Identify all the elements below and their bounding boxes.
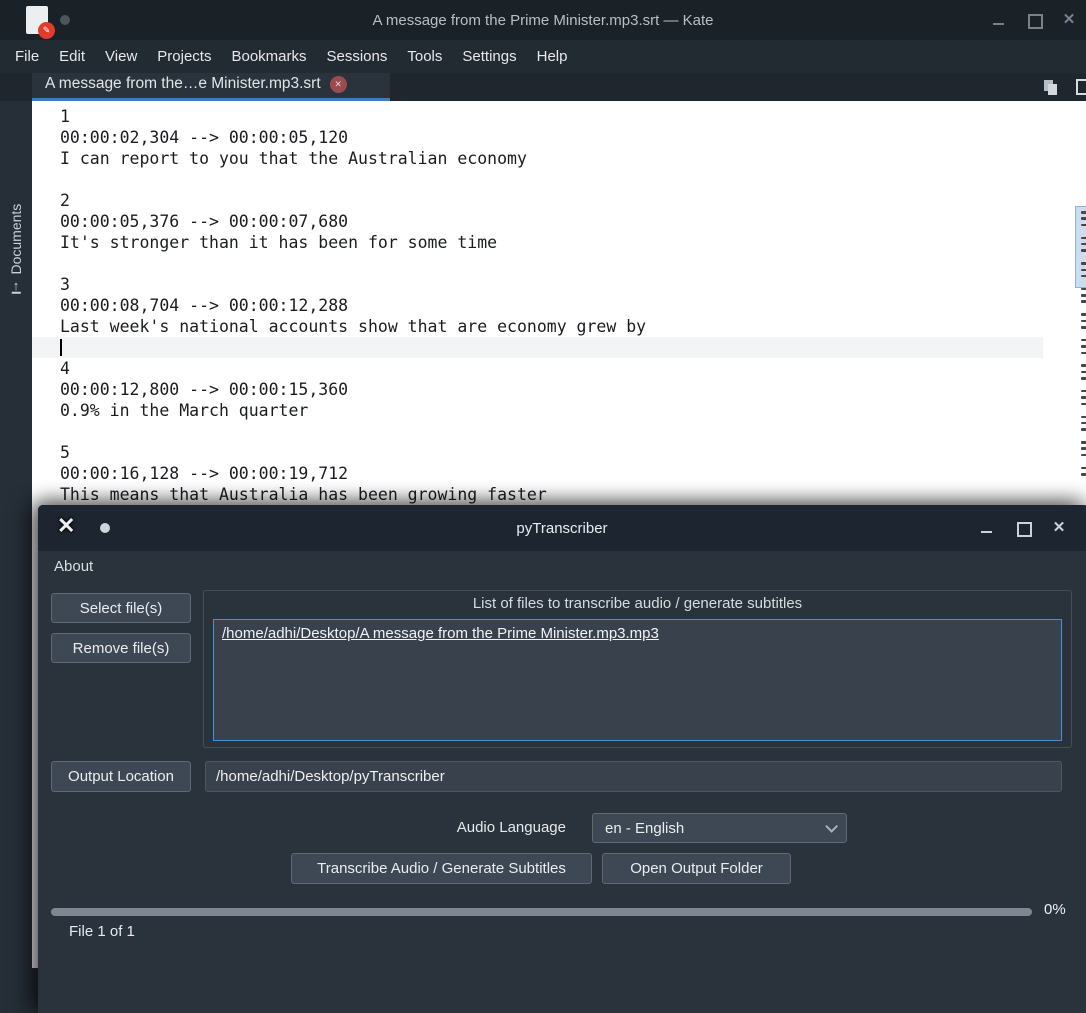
pytranscriber-window: ✕ pyTranscriber ✕ About Select file(s) R…: [38, 505, 1086, 1013]
editor-line[interactable]: This means that Australia has been growi…: [60, 484, 646, 505]
audio-language-select[interactable]: en - English: [592, 813, 847, 843]
menu-item-file[interactable]: File: [5, 48, 49, 65]
editor-line[interactable]: 0.9% in the March quarter: [60, 400, 646, 421]
editor-line[interactable]: 00:00:12,800 --> 00:00:15,360: [60, 379, 646, 400]
kate-left-sidebar: ↑ Documents: [0, 101, 32, 1013]
editor-line[interactable]: Last week's national accounts show that …: [60, 316, 646, 337]
transcribe-button[interactable]: Transcribe Audio / Generate Subtitles: [291, 853, 592, 884]
progress-bar: [51, 908, 1032, 916]
documents-arrow-icon: ↑: [11, 277, 21, 294]
progress-percent: 0%: [1044, 901, 1066, 918]
pytranscriber-window-title: pyTranscriber: [516, 519, 608, 537]
output-location-button[interactable]: Output Location: [51, 761, 191, 792]
tab-close-icon[interactable]: ✕: [329, 75, 347, 93]
menu-item-bookmarks[interactable]: Bookmarks: [221, 48, 316, 65]
minimap-marks: [1081, 211, 1086, 479]
editor-line[interactable]: 5: [60, 442, 646, 463]
filelist-groupbox: List of files to transcribe audio / gene…: [203, 590, 1072, 748]
file-list[interactable]: /home/adhi/Desktop/A message from the Pr…: [213, 619, 1062, 741]
menu-item-edit[interactable]: Edit: [49, 48, 95, 65]
desktop: ✎ A message from the Prime Minister.mp3.…: [0, 0, 1086, 1013]
menu-item-help[interactable]: Help: [527, 48, 578, 65]
file-list-item[interactable]: /home/adhi/Desktop/A message from the Pr…: [222, 625, 1061, 642]
editor-line[interactable]: 00:00:08,704 --> 00:00:12,288: [60, 295, 646, 316]
editor-line[interactable]: [60, 253, 646, 274]
menu-about[interactable]: About: [54, 558, 93, 575]
editor-line[interactable]: 00:00:16,128 --> 00:00:19,712: [60, 463, 646, 484]
filelist-title: List of files to transcribe audio / gene…: [472, 595, 803, 612]
editor-text[interactable]: 1 00:00:02,304 --> 00:00:05,120 I can repo…: [60, 106, 646, 505]
kate-tabbar: A message from the…e Minister.mp3.srt ✕: [0, 73, 1086, 101]
remove-files-button[interactable]: Remove file(s): [51, 633, 191, 663]
document-stack-icon[interactable]: [1044, 80, 1058, 95]
open-output-folder-button[interactable]: Open Output Folder: [602, 853, 791, 884]
kate-minimize-button[interactable]: [991, 12, 1007, 28]
kate-titlebar: ✎ A message from the Prime Minister.mp3.…: [0, 0, 1086, 40]
menu-item-settings[interactable]: Settings: [452, 48, 526, 65]
editor-line[interactable]: [60, 169, 646, 190]
editor-line[interactable]: 3: [60, 274, 646, 295]
editor-line[interactable]: 1: [60, 106, 646, 127]
pytranscriber-titlebar: ✕ pyTranscriber ✕: [38, 505, 1086, 551]
editor-line[interactable]: [60, 421, 646, 442]
editor-line[interactable]: [60, 337, 646, 358]
text-caret: [60, 339, 62, 356]
audio-language-value: en - English: [605, 819, 685, 837]
menu-item-view[interactable]: View: [95, 48, 147, 65]
kate-window-title: A message from the Prime Minister.mp3.sr…: [372, 11, 714, 29]
editor-line[interactable]: 2: [60, 190, 646, 211]
new-document-icon[interactable]: [1076, 79, 1086, 95]
editor-line[interactable]: 00:00:02,304 --> 00:00:05,120: [60, 127, 646, 148]
kate-close-button[interactable]: ✕: [1061, 12, 1077, 28]
pytranscriber-maximize-button[interactable]: [1015, 520, 1032, 537]
chevron-down-icon: [825, 819, 838, 833]
audio-language-label: Audio Language: [456, 819, 566, 836]
kate-tab-active[interactable]: A message from the…e Minister.mp3.srt ✕: [32, 73, 390, 101]
menu-item-projects[interactable]: Projects: [147, 48, 221, 65]
editor-line[interactable]: 00:00:05,376 --> 00:00:07,680: [60, 211, 646, 232]
menu-item-tools[interactable]: Tools: [397, 48, 452, 65]
sidebar-item-documents[interactable]: ↑ Documents: [0, 171, 32, 294]
kate-tab-label: A message from the…e Minister.mp3.srt: [45, 75, 321, 92]
kate-menubar: File Edit View Projects Bookmarks Sessions Too…: [0, 40, 1086, 73]
editor-line[interactable]: I can report to you that the Australian …: [60, 148, 646, 169]
editor-line[interactable]: 4: [60, 358, 646, 379]
editor-line[interactable]: It's stronger than it has been for some …: [60, 232, 646, 253]
sidebar-documents-label: Documents: [8, 203, 24, 275]
file-status: File 1 of 1: [69, 923, 135, 940]
output-path-field[interactable]: /home/adhi/Desktop/pyTranscriber: [205, 761, 1062, 792]
menu-item-sessions[interactable]: Sessions: [317, 48, 398, 65]
pytranscriber-minimize-button[interactable]: [979, 520, 995, 536]
select-files-button[interactable]: Select file(s): [51, 593, 191, 623]
pytranscriber-close-button[interactable]: ✕: [1051, 520, 1067, 536]
kate-maximize-button[interactable]: [1026, 12, 1043, 29]
